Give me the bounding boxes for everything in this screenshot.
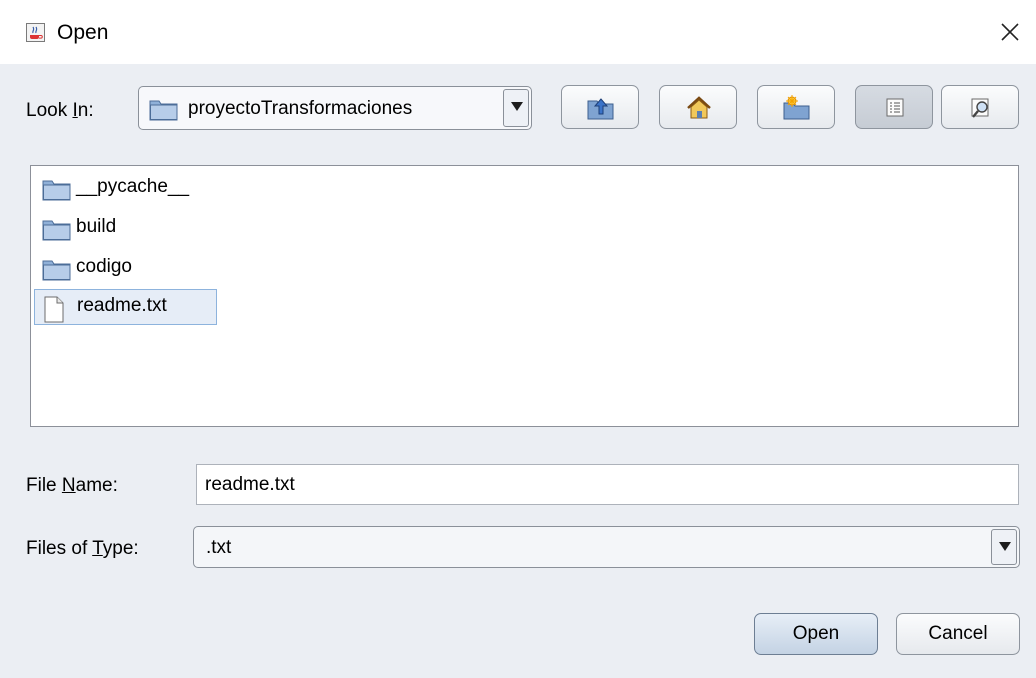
title-bar: Open (0, 0, 1036, 64)
folder-up-icon (587, 98, 614, 120)
new-folder-button[interactable] (757, 85, 835, 129)
home-icon (687, 96, 711, 119)
list-item-selected[interactable]: readme.txt (34, 289, 217, 325)
files-of-type-select[interactable]: .txt (193, 526, 1020, 568)
look-in-value: proyectoTransformaciones (188, 98, 413, 119)
java-coffee-cup-icon (26, 23, 45, 42)
files-of-type-value: .txt (206, 537, 232, 558)
list-view-button[interactable] (855, 85, 933, 129)
folder-icon (42, 260, 71, 281)
file-name: codigo (76, 256, 132, 277)
chevron-down-icon[interactable] (991, 529, 1017, 565)
cancel-button[interactable]: Cancel (896, 613, 1020, 655)
file-icon (44, 296, 64, 323)
window-title: Open (57, 21, 109, 44)
file-name-input[interactable] (196, 464, 1019, 505)
new-folder-icon (783, 95, 810, 120)
folder-icon (149, 100, 178, 121)
details-view-icon (971, 98, 989, 118)
file-name: readme.txt (77, 295, 167, 316)
files-of-type-label: Files of Type: (26, 538, 139, 559)
folder-icon (42, 220, 71, 241)
home-button[interactable] (659, 85, 737, 129)
chevron-down-icon[interactable] (503, 89, 529, 127)
file-name: build (76, 216, 117, 237)
details-view-button[interactable] (941, 85, 1019, 129)
open-button[interactable]: Open (754, 613, 878, 655)
file-name-label: File Name: (26, 475, 118, 496)
look-in-label: Look In: (26, 100, 94, 121)
file-list[interactable]: __pycache__ build codigo readme.txt (30, 165, 1019, 427)
list-view-icon (886, 98, 904, 117)
close-icon[interactable] (997, 19, 1023, 45)
folder-icon (42, 180, 71, 201)
look-in-combo[interactable]: proyectoTransformaciones (138, 86, 532, 130)
up-one-level-button[interactable] (561, 85, 639, 129)
file-name: __pycache__ (76, 176, 190, 197)
